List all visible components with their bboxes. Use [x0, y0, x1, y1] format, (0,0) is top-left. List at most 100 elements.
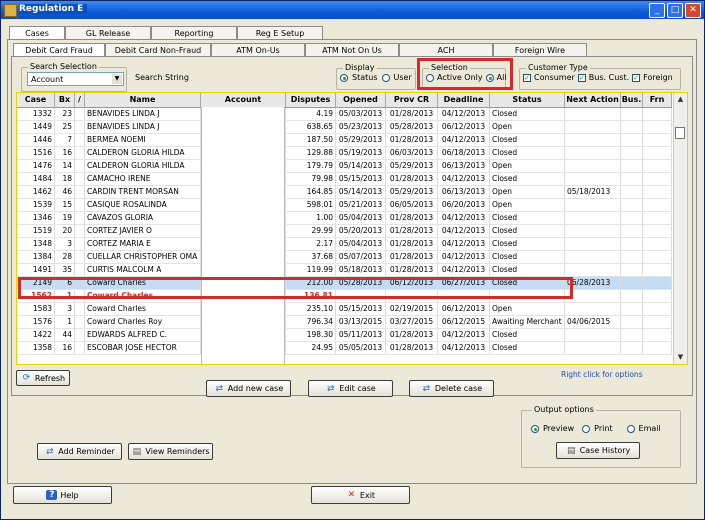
scroll-up-icon[interactable]: ▲: [675, 94, 686, 105]
output-email-label: Email: [638, 424, 661, 433]
cell-disputes: 24.95: [286, 342, 336, 354]
sub-tab-strip: Debit Card Fraud Debit Card Non-Fraud AT…: [13, 43, 587, 56]
cell-next-action: [565, 160, 621, 172]
scroll-thumb[interactable]: [675, 127, 685, 139]
refresh-button[interactable]: ⟳ Refresh: [16, 370, 70, 386]
cell-frn: [643, 225, 672, 237]
tab-atm-on-us[interactable]: ATM On-Us: [211, 43, 305, 56]
table-row[interactable]: 1384 28 CUELLAR CHRISTOPHER OMA 37.68 05/07/…: [17, 251, 672, 264]
table-row[interactable]: 1449 25 BENAVIDES LINDA J 638.65 05/23/2013 0…: [17, 121, 672, 134]
cell-next-action: [565, 134, 621, 146]
cell-disputes: 187.50: [286, 134, 336, 146]
maximize-button[interactable]: □: [667, 3, 683, 18]
output-print-radio[interactable]: [582, 424, 591, 433]
cell-case: 1476: [17, 160, 55, 172]
consumer-checkbox[interactable]: ✓: [523, 73, 531, 82]
cell-status: Closed: [490, 212, 565, 224]
cell-disputes: 79.98: [286, 173, 336, 185]
output-preview-radio[interactable]: [531, 424, 539, 433]
cell-prov-cr: 01/28/2013: [386, 212, 438, 224]
col-account[interactable]: Account: [201, 93, 286, 107]
cell-frn: [643, 173, 672, 185]
view-reminders-button[interactable]: ▤ View Reminders: [128, 443, 213, 460]
display-status-label: Status: [352, 73, 378, 82]
add-new-case-button[interactable]: ⇄ Add new case: [206, 380, 291, 397]
bus-cust-checkbox[interactable]: ✓: [577, 73, 586, 82]
tab-reporting[interactable]: Reporting: [151, 26, 237, 39]
table-row[interactable]: 1446 7 BERMEA NOEMI 187.50 05/29/2013 01/28/2…: [17, 134, 672, 147]
cell-bx: 23: [55, 108, 75, 120]
table-row[interactable]: 1422 44 EDWARDS ALFRED C. 198.30 05/11/2013 0…: [17, 329, 672, 342]
scroll-down-icon[interactable]: ▼: [675, 352, 686, 363]
grid-header: Case Bx / Name Account Disputes Opened P…: [17, 93, 672, 108]
exit-button[interactable]: ✕ Exit: [311, 486, 410, 504]
search-selection-dropdown[interactable]: Account ▼: [27, 72, 124, 86]
cell-frn: [643, 251, 672, 263]
edit-case-button[interactable]: ⇄ Edit case: [308, 380, 393, 397]
table-row[interactable]: 1346 19 CAVAZOS GLORIA 1.00 05/04/2013 01/28/…: [17, 212, 672, 225]
output-email-radio[interactable]: [626, 424, 635, 433]
col-status[interactable]: Status: [490, 93, 565, 107]
close-button[interactable]: ✕: [685, 3, 701, 18]
delete-case-button[interactable]: ⇄ Delete case: [409, 380, 494, 397]
col-opened[interactable]: Opened: [336, 93, 386, 107]
col-bx[interactable]: Bx: [55, 93, 75, 107]
tab-atm-not-on-us[interactable]: ATM Not On Us: [305, 43, 399, 56]
minimize-button[interactable]: _: [649, 3, 665, 18]
cell-slash: [75, 225, 85, 237]
cell-status: Closed: [490, 329, 565, 341]
table-row[interactable]: 1491 35 CURTIS MALCOLM A 119.99 05/18/2013 01…: [17, 264, 672, 277]
cell-opened: 05/21/2013: [336, 199, 386, 211]
foreign-checkbox[interactable]: ✓: [632, 73, 641, 82]
case-history-button[interactable]: ▤ Case History: [556, 442, 640, 459]
table-row[interactable]: 1519 20 CORTEZ JAVIER O 29.99 05/20/2013 01/2…: [17, 225, 672, 238]
cell-status: Closed: [490, 264, 565, 276]
col-deadline[interactable]: Deadline: [438, 93, 490, 107]
cell-case: 1346: [17, 212, 55, 224]
selection-callout-box: [417, 58, 513, 90]
cases-grid[interactable]: Case Bx / Name Account Disputes Opened P…: [16, 92, 688, 365]
output-options-label: Output options: [532, 405, 596, 414]
col-disputes[interactable]: Disputes: [286, 93, 336, 107]
cell-case: 1384: [17, 251, 55, 263]
add-reminder-button[interactable]: ⇄ Add Reminder: [37, 443, 122, 460]
table-row[interactable]: 1332 23 BENAVIDES LINDA J 4.19 05/03/2013 01/…: [17, 108, 672, 121]
table-row[interactable]: 1583 3 Coward Charles 235.10 05/15/2013 02/19…: [17, 303, 672, 316]
display-status-radio[interactable]: [340, 73, 348, 82]
tab-reg-e-setup[interactable]: Reg E Setup: [237, 26, 323, 39]
tab-debit-card-fraud[interactable]: Debit Card Fraud: [13, 43, 105, 56]
col-slash[interactable]: /: [75, 93, 85, 107]
tab-gl-release[interactable]: GL Release: [65, 26, 151, 39]
tab-cases[interactable]: Cases: [9, 26, 65, 39]
table-row[interactable]: 1476 14 CALDERON GLORIA HILDA 179.79 05/14/2…: [17, 160, 672, 173]
cell-next-action: [565, 212, 621, 224]
tab-ach[interactable]: ACH: [399, 43, 493, 56]
cell-bus: [621, 251, 643, 263]
search-string-input[interactable]: [189, 72, 329, 86]
table-row[interactable]: 1462 46 CARDIN TRENT MORSAN 164.85 05/14/201…: [17, 186, 672, 199]
grid-vertical-scrollbar[interactable]: ▲ ▼: [673, 93, 687, 364]
table-row[interactable]: 1358 16 ESCOBAR JOSE HECTOR 24.95 05/05/2013…: [17, 342, 672, 355]
chevron-down-icon[interactable]: ▼: [112, 74, 122, 84]
cell-opened: 05/15/2013: [336, 303, 386, 315]
tab-foreign-wire[interactable]: Foreign Wire: [493, 43, 587, 56]
table-row[interactable]: 1516 16 CALDERON GLORIA HILDA 129.88 05/19/2…: [17, 147, 672, 160]
cell-status: Closed: [490, 147, 565, 159]
table-row[interactable]: 1539 15 CASIQUE ROSALINDA 598.01 05/21/2013 0…: [17, 199, 672, 212]
col-frn[interactable]: Frn: [643, 93, 672, 107]
display-user-radio[interactable]: [381, 73, 390, 82]
cell-slash: [75, 147, 85, 159]
col-next-action[interactable]: Next Action: [565, 93, 621, 107]
table-row[interactable]: 1348 3 CORTEZ MARIA E 2.17 05/04/2013 01/28/2…: [17, 238, 672, 251]
output-preview-label: Preview: [543, 424, 575, 433]
col-bus[interactable]: Bus.: [621, 93, 643, 107]
table-row[interactable]: 1576 1 Coward Charles Roy 796.34 03/13/2015 0…: [17, 316, 672, 329]
cell-bus: [621, 238, 643, 250]
help-button[interactable]: ? Help: [13, 486, 112, 504]
table-row[interactable]: 1484 18 CAMACHO IRENE 79.98 05/15/2013 01/28/…: [17, 173, 672, 186]
col-name[interactable]: Name: [85, 93, 201, 107]
cell-bus: [621, 277, 643, 289]
tab-debit-card-non-fraud[interactable]: Debit Card Non-Fraud: [105, 43, 211, 56]
col-prov-cr[interactable]: Prov CR: [386, 93, 438, 107]
col-case[interactable]: Case: [17, 93, 55, 107]
